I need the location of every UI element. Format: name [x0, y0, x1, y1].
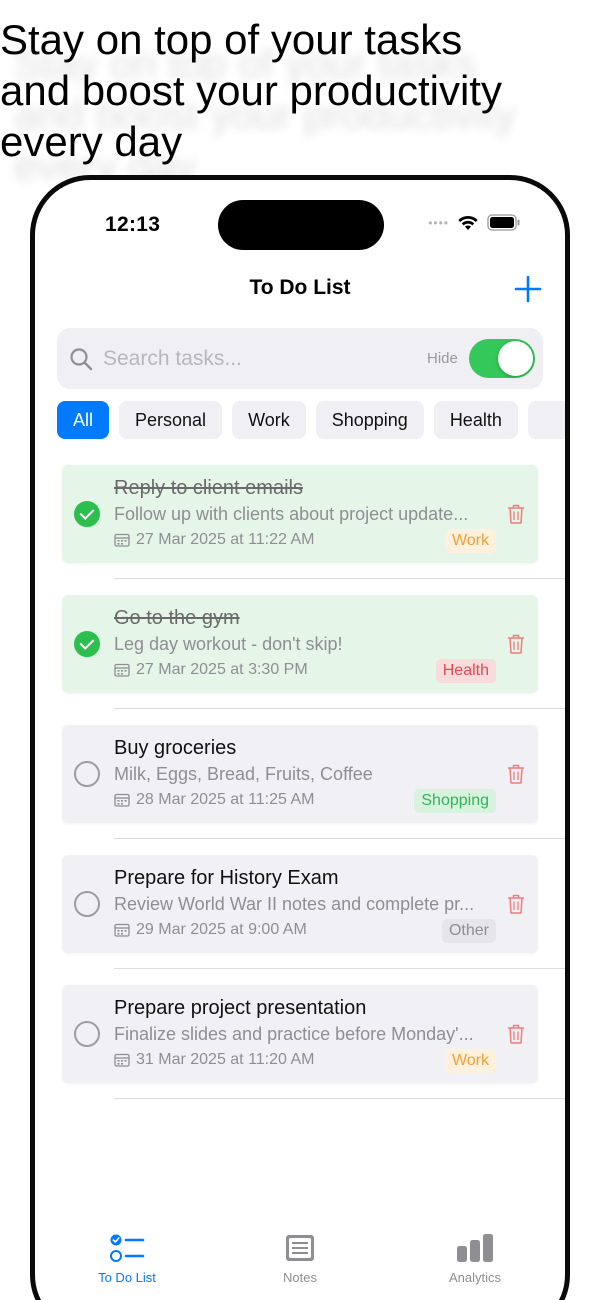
- tab-todo-list[interactable]: To Do List: [67, 1232, 187, 1285]
- notes-icon: [286, 1235, 314, 1261]
- row-divider: [114, 838, 565, 839]
- row-divider: [114, 578, 565, 579]
- status-icons: ••••: [428, 214, 521, 231]
- search-icon: [70, 348, 93, 371]
- filter-chip-personal[interactable]: Personal: [119, 401, 223, 439]
- wifi-icon: [458, 215, 478, 230]
- checklist-icon: [110, 1234, 145, 1262]
- marketing-headline: Stay on top of your tasks and boost your…: [0, 14, 600, 189]
- task-date-text: 29 Mar 2025 at 9:00 AM: [136, 921, 307, 938]
- category-filter-bar: All Personal Work Shopping Health: [57, 401, 565, 439]
- task-description: Follow up with clients about project upd…: [114, 504, 469, 524]
- task-description: Milk, Eggs, Bread, Fruits, Coffee: [114, 764, 373, 784]
- task-complete-checkbox[interactable]: [74, 631, 100, 657]
- task-title: Go to the gym: [114, 607, 240, 629]
- row-divider: [114, 1098, 565, 1099]
- filter-chip-health[interactable]: Health: [433, 401, 518, 439]
- phone-frame: 12:13 •••• To Do List Search tasks... Hi…: [30, 175, 570, 1300]
- calendar-icon: [114, 663, 130, 677]
- task-title: Prepare for History Exam: [114, 867, 339, 889]
- task-card[interactable]: Prepare for History Exam Review World Wa…: [62, 855, 538, 953]
- task-date-text: 27 Mar 2025 at 3:30 PM: [136, 661, 308, 678]
- toggle-knob: [498, 341, 533, 376]
- task-date-text: 31 Mar 2025 at 11:20 AM: [136, 1051, 315, 1068]
- task-row: Buy groceries Milk, Eggs, Bread, Fruits,…: [62, 725, 565, 855]
- row-divider: [114, 968, 565, 969]
- task-category-tag: Work: [444, 529, 496, 553]
- task-row: Go to the gym Leg day workout - don't sk…: [62, 595, 565, 725]
- signal-dots-icon: ••••: [428, 215, 449, 230]
- task-date: 27 Mar 2025 at 3:30 PM: [114, 661, 308, 679]
- task-title: Buy groceries: [114, 737, 237, 759]
- analytics-icon: [457, 1234, 493, 1262]
- delete-task-button[interactable]: [506, 893, 526, 915]
- dynamic-island: [218, 200, 384, 250]
- filter-chip-shopping[interactable]: Shopping: [315, 401, 424, 439]
- add-task-button[interactable]: [513, 274, 543, 304]
- tab-label: To Do List: [98, 1270, 156, 1285]
- delete-task-button[interactable]: [506, 763, 526, 785]
- search-bar: Hide: [57, 328, 543, 389]
- calendar-icon: [114, 923, 130, 937]
- task-card[interactable]: Go to the gym Leg day workout - don't sk…: [62, 595, 538, 693]
- task-list: Reply to client emails Follow up with cl…: [62, 465, 565, 1115]
- task-date: 31 Mar 2025 at 11:20 AM: [114, 1051, 314, 1069]
- tab-label: Notes: [283, 1270, 317, 1285]
- page-title: To Do List: [249, 276, 351, 299]
- task-date-text: 28 Mar 2025 at 11:25 AM: [136, 791, 315, 808]
- task-date: 28 Mar 2025 at 11:25 AM: [114, 791, 314, 809]
- filter-chip-work[interactable]: Work: [232, 401, 306, 439]
- task-complete-checkbox[interactable]: [74, 1021, 100, 1047]
- task-row: Prepare project presentation Finalize sl…: [62, 985, 565, 1115]
- task-category-tag: Other: [441, 919, 496, 943]
- task-title: Reply to client emails: [114, 477, 303, 499]
- tab-analytics[interactable]: Analytics: [415, 1232, 535, 1285]
- delete-task-button[interactable]: [506, 503, 526, 525]
- task-complete-checkbox[interactable]: [74, 891, 100, 917]
- calendar-icon: [114, 1053, 130, 1067]
- task-complete-checkbox[interactable]: [74, 761, 100, 787]
- search-input[interactable]: [103, 342, 403, 376]
- headline-text: Stay on top of your tasks and boost your…: [0, 16, 502, 165]
- hide-completed-toggle[interactable]: [469, 339, 535, 378]
- task-description: Review World War II notes and complete p…: [114, 894, 475, 914]
- task-category-tag: Work: [444, 1049, 496, 1073]
- filter-chip-all[interactable]: All: [57, 401, 110, 439]
- filter-chip-more[interactable]: [527, 401, 565, 439]
- task-row: Reply to client emails Follow up with cl…: [62, 465, 565, 595]
- task-complete-checkbox[interactable]: [74, 501, 100, 527]
- calendar-icon: [114, 533, 130, 547]
- task-date: 27 Mar 2025 at 11:22 AM: [114, 531, 314, 549]
- task-card[interactable]: Prepare project presentation Finalize sl…: [62, 985, 538, 1083]
- tab-bar: To Do List Notes Analytics: [35, 1218, 565, 1298]
- tab-notes[interactable]: Notes: [240, 1232, 360, 1285]
- calendar-icon: [114, 793, 130, 807]
- hide-completed-label: Hide: [427, 350, 458, 367]
- row-divider: [114, 708, 565, 709]
- task-date: 29 Mar 2025 at 9:00 AM: [114, 921, 307, 939]
- task-category-tag: Shopping: [414, 789, 496, 813]
- task-date-text: 27 Mar 2025 at 11:22 AM: [136, 531, 315, 548]
- task-card[interactable]: Reply to client emails Follow up with cl…: [62, 465, 538, 563]
- task-description: Leg day workout - don't skip!: [114, 634, 343, 654]
- task-title: Prepare project presentation: [114, 997, 367, 1019]
- task-row: Prepare for History Exam Review World Wa…: [62, 855, 565, 985]
- task-card[interactable]: Buy groceries Milk, Eggs, Bread, Fruits,…: [62, 725, 538, 823]
- task-description: Finalize slides and practice before Mond…: [114, 1024, 474, 1044]
- status-time: 12:13: [105, 213, 161, 236]
- nav-bar: To Do List: [35, 270, 565, 310]
- tab-label: Analytics: [448, 1270, 502, 1285]
- battery-icon: [487, 214, 520, 231]
- task-category-tag: Health: [435, 659, 496, 683]
- delete-task-button[interactable]: [506, 1023, 526, 1045]
- status-bar: 12:13 ••••: [35, 180, 565, 260]
- delete-task-button[interactable]: [506, 633, 526, 655]
